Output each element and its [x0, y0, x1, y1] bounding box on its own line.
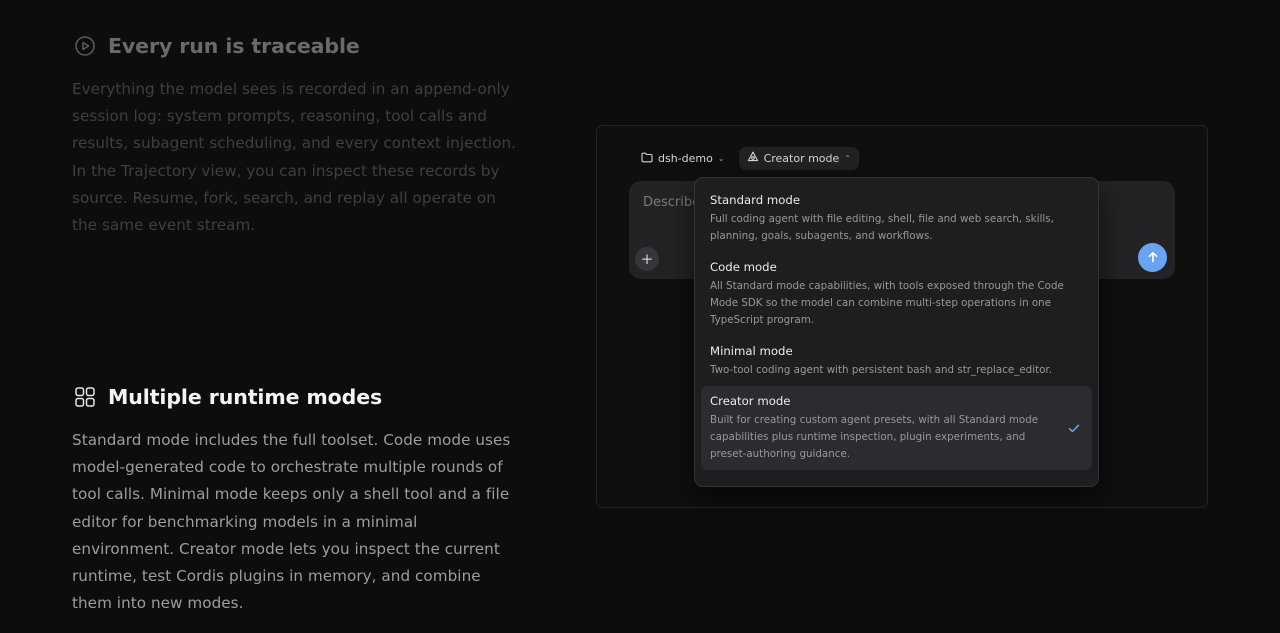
feature-runtime-modes-header[interactable]: Multiple runtime modes [72, 381, 517, 413]
chevron-up-icon: ⌃ [844, 154, 851, 163]
mode-option-standard[interactable]: Standard mode Full coding agent with fil… [701, 185, 1092, 252]
mode-option-code[interactable]: Code mode All Standard mode capabilities… [701, 252, 1092, 336]
mode-icon [747, 151, 759, 166]
project-selector[interactable]: dsh-demo ⌄ [637, 147, 729, 170]
folder-icon [641, 152, 653, 166]
feature-runtime-modes: Multiple runtime modes Standard mode inc… [72, 381, 517, 617]
project-name: dsh-demo [658, 152, 713, 165]
chevron-down-icon: ⌄ [717, 154, 725, 163]
mode-option-minimal[interactable]: Minimal mode Two-tool coding agent with … [701, 336, 1092, 386]
mode-option-description: Full coding agent with file editing, she… [710, 213, 1054, 242]
feature-traceable: Every run is traceable Everything the mo… [72, 30, 517, 239]
mode-selector[interactable]: Creator mode ⌃ [738, 147, 859, 170]
feature-title: Every run is traceable [108, 34, 360, 58]
checkmark-icon [1068, 419, 1080, 438]
mode-option-description: Two-tool coding agent with persistent ba… [710, 364, 1052, 376]
mode-option-label: Code mode [710, 260, 777, 274]
mode-option-label: Standard mode [710, 193, 801, 207]
feature-title: Multiple runtime modes [108, 385, 383, 409]
play-circle-icon [72, 33, 98, 59]
plus-icon: + [640, 250, 654, 268]
grid-icon [72, 384, 98, 410]
mode-option-label: Creator mode [710, 394, 791, 408]
mode-option-description: Built for creating custom agent presets,… [710, 414, 1039, 460]
send-button[interactable] [1138, 243, 1167, 272]
composer-toolbar: dsh-demo ⌄ Creator mode ⌃ [637, 147, 859, 170]
add-attachment-button[interactable]: + [635, 247, 659, 271]
mode-dropdown-menu: Standard mode Full coding agent with fil… [694, 177, 1099, 487]
feature-traceable-header[interactable]: Every run is traceable [72, 30, 517, 62]
composer-placeholder: Describe [643, 195, 701, 210]
mode-option-label: Minimal mode [710, 344, 793, 358]
feature-description: Standard mode includes the full toolset.… [72, 431, 511, 613]
mode-option-creator[interactable]: Creator mode Built for creating custom a… [701, 386, 1092, 470]
mode-option-description: All Standard mode capabilities, with too… [710, 280, 1064, 326]
feature-description: Everything the model sees is recorded in… [72, 80, 517, 235]
arrow-up-icon [1147, 248, 1159, 267]
mode-name: Creator mode [763, 152, 840, 165]
